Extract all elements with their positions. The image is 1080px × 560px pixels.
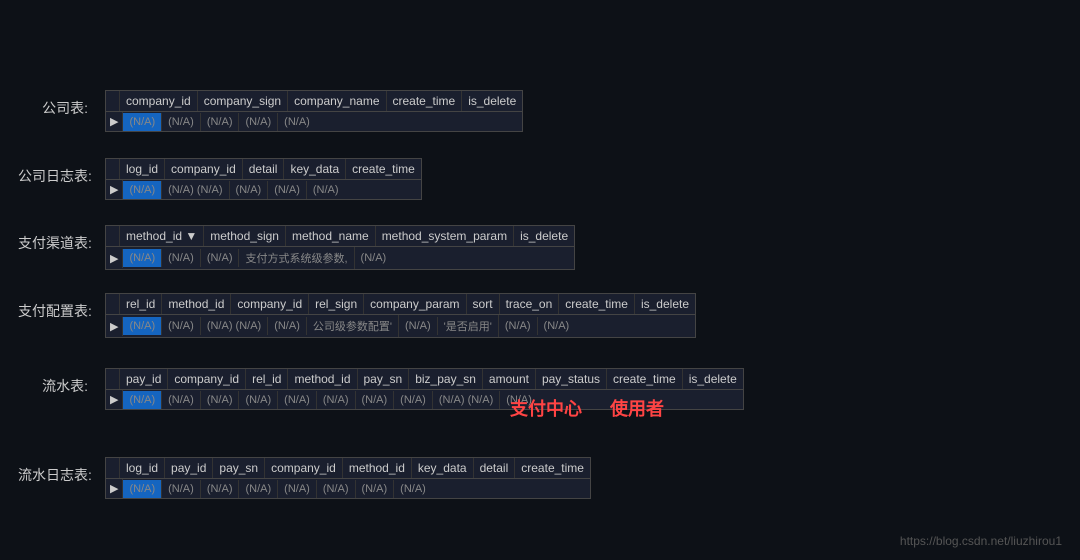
col-header-pay_config-2: company_id: [231, 294, 309, 314]
col-header-flow_log-6: detail: [474, 458, 516, 478]
col-header-pay_config-0: rel_id: [120, 294, 162, 314]
col-header-flow_log-2: pay_sn: [213, 458, 265, 478]
col-header-flow-5: biz_pay_sn: [409, 369, 483, 389]
col-cell-company-3: (N/A): [239, 113, 278, 131]
col-cell-pay_config-8: (N/A): [538, 317, 576, 335]
col-header-company_log-1: company_id: [165, 159, 243, 179]
col-header-flow_log-4: method_id: [343, 458, 412, 478]
col-header-company-0: company_id: [120, 91, 198, 111]
col-header-pay_config-6: trace_on: [500, 294, 560, 314]
col-cell-pay_method-2: (N/A): [201, 249, 240, 267]
col-header-company_log-2: detail: [243, 159, 285, 179]
col-cell-pay_config-4: 公司级参数配置': [307, 315, 399, 337]
watermark: https://blog.csdn.net/liuzhirou1: [900, 534, 1062, 548]
col-cell-pay_config-3: (N/A): [268, 317, 307, 335]
table-company_log: log_idcompany_iddetailkey_datacreate_tim…: [105, 158, 422, 200]
col-cell-pay_method-1: (N/A): [162, 249, 201, 267]
col-cell-pay_config-1: (N/A): [162, 317, 201, 335]
col-header-flow-2: rel_id: [246, 369, 288, 389]
col-cell-flow_log-7: (N/A): [394, 480, 432, 498]
label-pay_method: 支付渠道表:: [18, 233, 102, 253]
col-cell-company-2: (N/A): [201, 113, 240, 131]
col-header-pay_method-0: method_id ▼: [120, 226, 204, 246]
col-cell-flow_log-5: (N/A): [317, 480, 356, 498]
col-cell-flow_log-6: (N/A): [356, 480, 395, 498]
col-header-pay_method-4: is_delete: [514, 226, 574, 246]
col-header-company_log-4: create_time: [346, 159, 421, 179]
col-cell-flow-2: (N/A): [201, 391, 240, 409]
col-cell-flow_log-0: (N/A): [123, 480, 162, 498]
col-header-company_log-3: key_data: [284, 159, 346, 179]
col-header-pay_config-4: company_param: [364, 294, 466, 314]
col-cell-pay_config-5: (N/A): [399, 317, 438, 335]
col-header-flow-7: pay_status: [536, 369, 607, 389]
col-cell-pay_config-0: (N/A): [123, 317, 162, 335]
col-cell-flow_log-1: (N/A): [162, 480, 201, 498]
col-header-flow_log-1: pay_id: [165, 458, 213, 478]
col-cell-flow_log-2: (N/A): [201, 480, 240, 498]
col-cell-flow-4: (N/A): [278, 391, 317, 409]
col-header-company-3: create_time: [387, 91, 463, 111]
col-header-flow_log-3: company_id: [265, 458, 343, 478]
col-cell-flow-6: (N/A): [356, 391, 395, 409]
col-cell-flow-5: (N/A): [317, 391, 356, 409]
col-cell-company-0: (N/A): [123, 113, 162, 131]
col-header-pay_config-8: is_delete: [635, 294, 695, 314]
col-header-pay_method-1: method_sign: [204, 226, 286, 246]
col-header-pay_method-2: method_name: [286, 226, 376, 246]
col-cell-company-1: (N/A): [162, 113, 201, 131]
col-header-flow_log-7: create_time: [515, 458, 590, 478]
col-cell-flow-3: (N/A): [239, 391, 278, 409]
col-header-pay_config-7: create_time: [559, 294, 635, 314]
col-cell-flow-0: (N/A): [123, 391, 162, 409]
table-company: company_idcompany_signcompany_namecreate…: [105, 90, 523, 132]
col-cell-flow_log-4: (N/A): [278, 480, 317, 498]
col-cell-company_log-2: (N/A): [230, 181, 269, 199]
col-header-flow-3: method_id: [288, 369, 357, 389]
col-header-flow-4: pay_sn: [358, 369, 410, 389]
col-header-flow_log-0: log_id: [120, 458, 165, 478]
col-header-flow-1: company_id: [168, 369, 246, 389]
col-header-flow-0: pay_id: [120, 369, 168, 389]
table-pay_method: method_id ▼method_signmethod_namemethod_…: [105, 225, 575, 270]
col-header-flow-8: create_time: [607, 369, 683, 389]
label-company: 公司表:: [18, 98, 98, 118]
col-header-company-4: is_delete: [462, 91, 522, 111]
col-cell-pay_method-3: 支付方式系统级参数,: [239, 247, 354, 269]
col-header-company_log-0: log_id: [120, 159, 165, 179]
col-header-flow-9: is_delete: [683, 369, 743, 389]
col-header-flow_log-5: key_data: [412, 458, 474, 478]
col-cell-flow-8: (N/A) (N/A): [433, 391, 500, 409]
col-header-pay_method-3: method_system_param: [376, 226, 514, 246]
col-cell-company_log-1: (N/A) (N/A): [162, 181, 229, 199]
table-flow_log: log_idpay_idpay_sncompany_idmethod_idkey…: [105, 457, 591, 499]
flow-center-label: 使用者: [610, 395, 664, 421]
col-cell-pay_config-6: '是否启用': [438, 315, 499, 337]
table-pay_config: rel_idmethod_idcompany_idrel_signcompany…: [105, 293, 696, 338]
col-cell-pay_config-2: (N/A) (N/A): [201, 317, 268, 335]
col-header-flow-6: amount: [483, 369, 536, 389]
col-header-company-1: company_sign: [198, 91, 288, 111]
col-header-pay_config-5: sort: [467, 294, 500, 314]
col-cell-pay_method-4: (N/A): [355, 249, 393, 267]
col-cell-pay_method-0: (N/A): [123, 249, 162, 267]
col-cell-flow-7: (N/A): [394, 391, 433, 409]
col-cell-company_log-0: (N/A): [123, 181, 162, 199]
label-flow_log: 流水日志表:: [18, 465, 102, 485]
label-pay_config: 支付配置表:: [18, 301, 102, 321]
col-header-pay_config-3: rel_sign: [309, 294, 364, 314]
col-cell-company-4: (N/A): [278, 113, 316, 131]
col-cell-flow_log-3: (N/A): [239, 480, 278, 498]
flow-center-label: 支付中心: [510, 395, 582, 421]
col-cell-company_log-4: (N/A): [307, 181, 345, 199]
col-cell-pay_config-7: (N/A): [499, 317, 538, 335]
col-header-pay_config-1: method_id: [162, 294, 231, 314]
label-company_log: 公司日志表:: [18, 166, 102, 186]
label-flow: 流水表:: [18, 376, 98, 396]
col-header-company-2: company_name: [288, 91, 386, 111]
col-cell-flow-1: (N/A): [162, 391, 201, 409]
col-cell-company_log-3: (N/A): [268, 181, 307, 199]
